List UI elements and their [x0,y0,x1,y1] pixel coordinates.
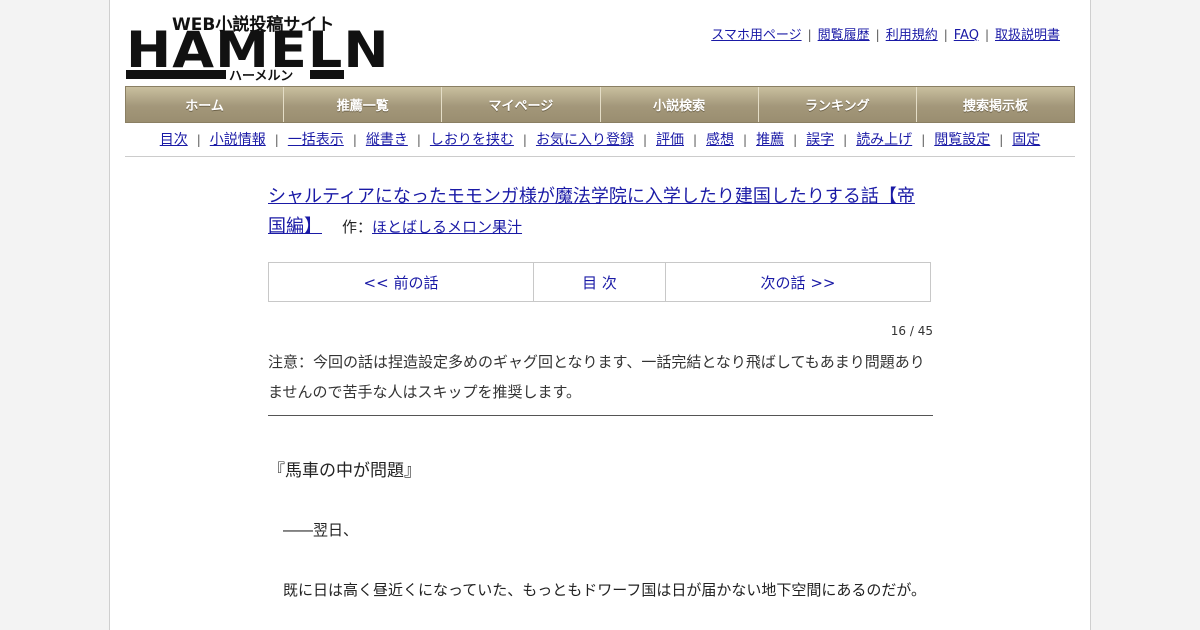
subnav-toc[interactable]: 目次 [160,132,188,148]
nav-mypage[interactable]: マイページ [442,87,601,122]
author-prefix: 作： [342,218,373,236]
subnav-pin[interactable]: 固定 [1012,132,1040,148]
logo-bar-right [310,70,344,79]
episode-count: 16 / 45 [890,324,933,338]
subnav-typo[interactable]: 誤字 [806,132,834,148]
subnav-bookmark[interactable]: しおりを挟む [430,132,514,148]
episode-pager: << 前の話 目 次 次の話 >> [268,262,931,302]
subnav-vertical[interactable]: 縦書き [366,132,408,148]
prev-episode-button[interactable]: << 前の話 [269,263,534,301]
top-link-manual[interactable]: 取扱説明書 [995,28,1060,43]
subnav-view-settings[interactable]: 閲覧設定 [934,132,990,148]
subnav-novel-info[interactable]: 小説情報 [210,132,266,148]
logo-bar-left [126,70,226,79]
nav-ranking[interactable]: ランキング [758,87,917,122]
logo-kana: ハーメルン [229,69,294,84]
top-links: スマホ用ページ | 閲覧履歴 | 利用規約 | FAQ | 取扱説明書 [711,28,1060,43]
nav-home[interactable]: ホーム [126,87,285,122]
subnav-comments[interactable]: 感想 [706,132,734,148]
chapter-title: 『馬車の中が問題』 [268,461,421,481]
subnav-read-aloud[interactable]: 読み上げ [856,132,912,148]
novel-header: シャルティアになったモモンガ様が魔法学院に入学したり建国したりする話【帝国編】作… [268,182,928,242]
top-link-history[interactable]: 閲覧履歴 [818,28,870,43]
body-paragraph: ――翌日、 [283,521,359,539]
author-link[interactable]: ほとばしるメロン果汁 [372,218,522,236]
subnav-recommend[interactable]: 推薦 [756,132,784,148]
page-container: WEB小説投稿サイト HAMELN ハーメルン スマホ用ページ | 閲覧履歴 | 利用規… [109,0,1091,630]
nav-recommend-list[interactable]: 推薦一覧 [284,87,443,122]
divider [125,156,1075,157]
hameln-logo[interactable]: WEB小説投稿サイト HAMELN ハーメルン [126,8,389,84]
body-paragraph: 既に日は高く昼近くになっていた、もっともドワーフ国は日が届かない地下空間にあるの… [283,581,927,599]
subnav-rating[interactable]: 評価 [656,132,684,148]
next-episode-button[interactable]: 次の話 >> [666,263,930,301]
toc-button[interactable]: 目 次 [534,263,666,301]
subnav-favorite[interactable]: お気に入り登録 [536,132,634,148]
top-link-terms[interactable]: 利用規約 [886,28,938,43]
subnav-show-all[interactable]: 一括表示 [288,132,344,148]
novel-subnav: 目次 | 小説情報 | 一括表示 | 縦書き | しおりを挟む | お気に入り登録 | 評価 | 感想 | 推薦… [159,132,1041,148]
nav-novel-search[interactable]: 小説検索 [600,87,759,122]
author-notice: 注意：今回の話は捏造設定多めのギャグ回となります、一話完結となり飛ばしてもあまり… [268,353,925,401]
nav-search-board[interactable]: 捜索掲示板 [916,87,1075,122]
top-link-smartphone[interactable]: スマホ用ページ [711,28,801,43]
main-nav: ホーム 推薦一覧 マイページ 小説検索 ランキング 捜索掲示板 [125,86,1075,123]
notice-divider [268,415,933,416]
top-link-faq[interactable]: FAQ [954,28,979,43]
